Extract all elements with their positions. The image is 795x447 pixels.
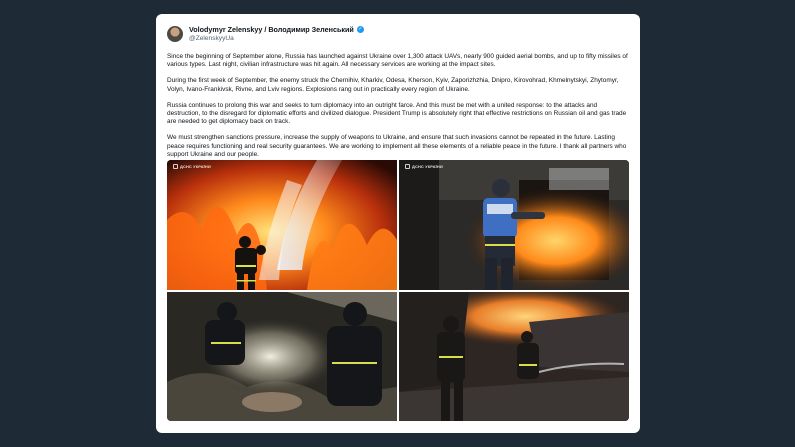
media-grid: ДСНС УКРАЇНИ ДСНС УКРАЇНИ xyxy=(167,160,629,421)
display-name[interactable]: Volodymyr Zelenskyy / Володимир Зеленськ… xyxy=(189,25,354,34)
photo-rescuers-rubble[interactable] xyxy=(167,292,397,421)
photo-1-image xyxy=(167,160,397,290)
photo-watermark: ДСНС УКРАЇНИ xyxy=(173,164,211,170)
tweet-text: Since the beginning of September alone, … xyxy=(167,53,629,159)
tweet-card: Volodymyr Zelenskyy / Володимир Зеленськ… xyxy=(156,14,640,433)
verified-badge-icon: ✓ xyxy=(356,26,364,33)
tweet-paragraph: We must strengthen sanctions pressure, i… xyxy=(167,134,627,158)
author-block: Volodymyr Zelenskyy / Володимир Зеленськ… xyxy=(189,25,364,43)
tweet-paragraph: During the first week of September, the … xyxy=(167,77,619,93)
avatar[interactable] xyxy=(167,26,183,42)
emblem-icon xyxy=(173,164,178,170)
name-row: Volodymyr Zelenskyy / Володимир Зеленськ… xyxy=(189,25,364,34)
tweet-paragraph: Russia continues to prolong this war and… xyxy=(167,101,627,126)
photo-4-image xyxy=(399,292,629,421)
tweet-paragraph: Since the beginning of September alone, … xyxy=(167,53,628,69)
tweet-header: Volodymyr Zelenskyy / Володимир Зеленськ… xyxy=(167,24,629,44)
user-handle[interactable]: @ZelenskyyUa xyxy=(189,34,364,43)
photo-2-image xyxy=(399,160,629,290)
photo-watermark: ДСНС УКРАЇНИ xyxy=(405,164,443,170)
watermark-text: ДСНС УКРАЇНИ xyxy=(412,164,443,169)
emblem-icon xyxy=(405,164,410,170)
watermark-text: ДСНС УКРАЇНИ xyxy=(180,164,211,169)
photo-firefighters-hose[interactable]: ДСНС УКРАЇНИ xyxy=(167,160,397,290)
photo-firefighter-doorway[interactable]: ДСНС УКРАЇНИ xyxy=(399,160,629,290)
photo-firefighters-ruins[interactable] xyxy=(399,292,629,421)
photo-3-image xyxy=(167,292,397,421)
